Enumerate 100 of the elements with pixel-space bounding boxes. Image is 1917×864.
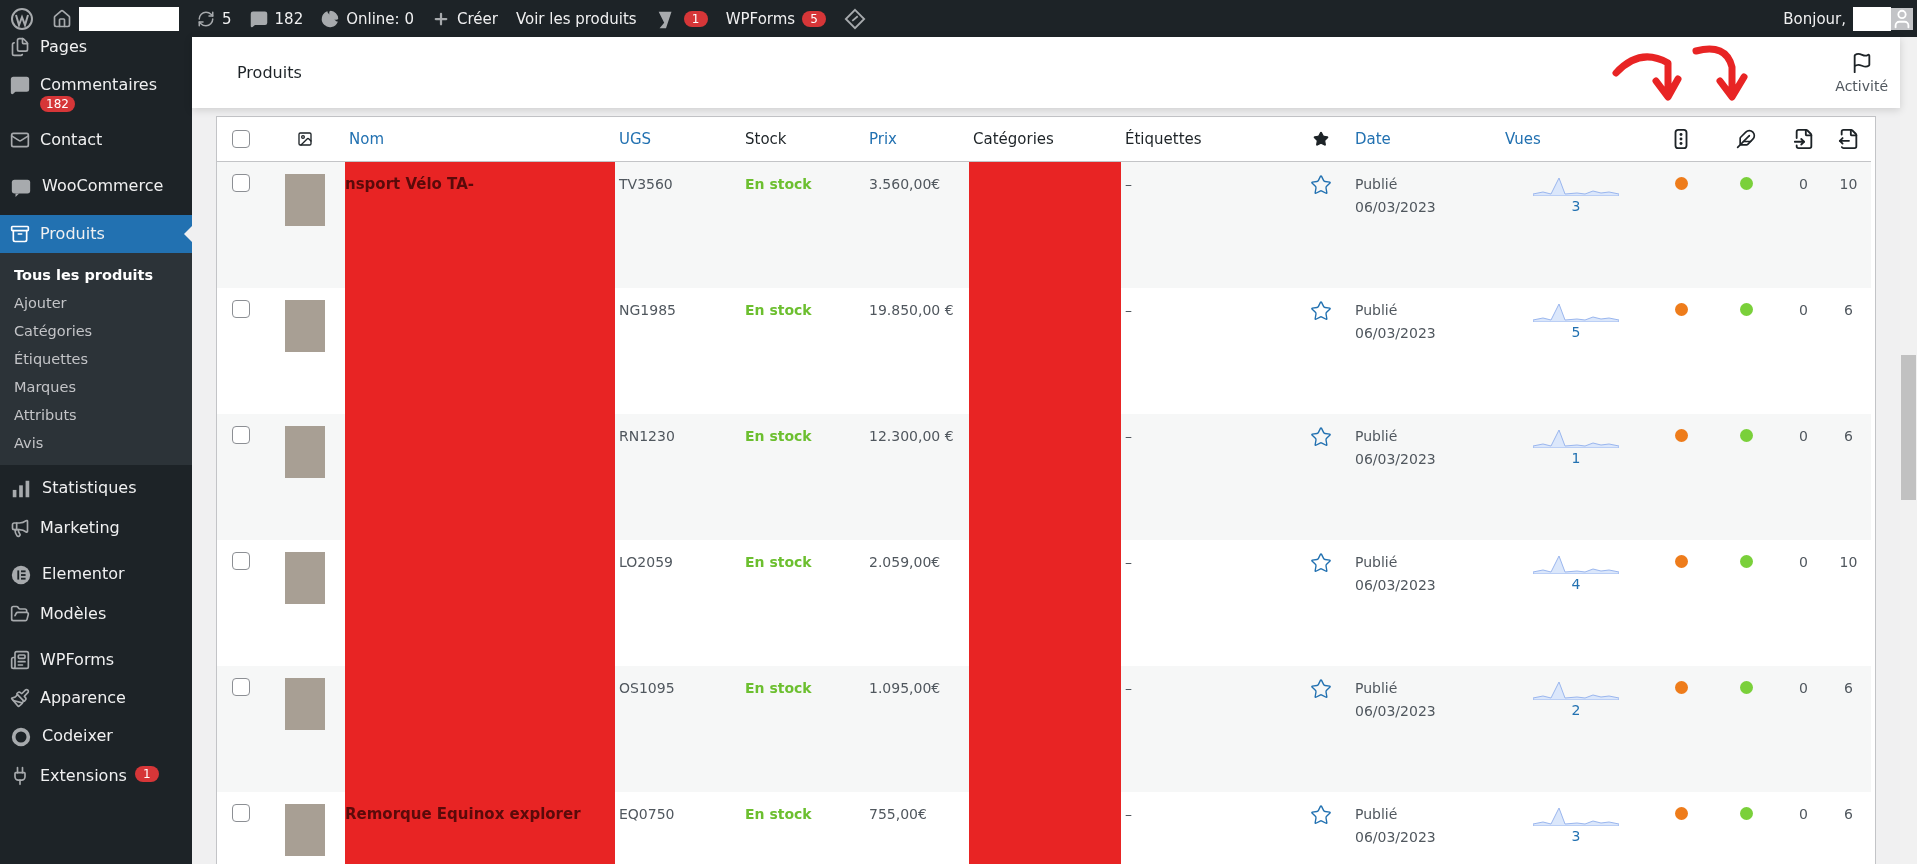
- sku-text: NG1985: [619, 301, 676, 320]
- sidebar-item[interactable]: Produits: [0, 215, 192, 253]
- bar-chart-icon: [10, 478, 32, 500]
- links-count: 6: [1844, 301, 1853, 320]
- activity-button[interactable]: Activité: [1835, 51, 1888, 94]
- document-arrow-icon: [1837, 128, 1860, 150]
- photo-placeholder: [285, 426, 325, 478]
- publish-status: Publié: [1355, 553, 1398, 572]
- sidebar-item[interactable]: Codeixer: [0, 717, 192, 757]
- star-icon[interactable]: [1310, 174, 1332, 196]
- online-link[interactable]: Online: 0: [346, 9, 414, 28]
- photo-placeholder: [285, 804, 325, 856]
- comments-link[interactable]: 182: [274, 9, 304, 28]
- sku-text: LO2059: [619, 553, 673, 572]
- views-count[interactable]: 4: [1571, 576, 1581, 592]
- submenu-item[interactable]: Ajouter: [0, 289, 192, 317]
- count-badge: 182: [40, 96, 75, 112]
- sidebar-item[interactable]: Commentaires 182: [0, 66, 192, 121]
- tags-text: –: [1125, 805, 1132, 824]
- tags-text: –: [1125, 679, 1132, 698]
- stock-status: En stock: [745, 553, 812, 572]
- views-count[interactable]: 3: [1571, 828, 1581, 844]
- sidebar-item[interactable]: Modèles: [0, 595, 192, 633]
- sku-text: EQ0750: [619, 805, 675, 824]
- links-count: 6: [1844, 805, 1853, 824]
- links-count: 0: [1799, 805, 1808, 824]
- price-text: 755,00€: [869, 805, 927, 824]
- photo-placeholder: [285, 300, 325, 352]
- price-text: 12.300,00 €: [869, 427, 954, 446]
- stock-status: En stock: [745, 805, 812, 824]
- elementor-logo-icon: [10, 564, 32, 586]
- paintbrush-icon: [10, 688, 30, 708]
- sidebar-item[interactable]: Pages: [0, 37, 192, 66]
- views-count[interactable]: 3: [1571, 198, 1581, 214]
- checkbox[interactable]: [232, 552, 250, 570]
- submenu-item[interactable]: Tous les produits: [0, 261, 192, 289]
- sidebar-item[interactable]: Statistiques: [0, 469, 192, 509]
- date-text: 06/03/2023: [1355, 324, 1436, 343]
- photo-placeholder: [285, 552, 325, 604]
- checkbox[interactable]: [232, 804, 250, 822]
- date-text: 06/03/2023: [1355, 828, 1436, 847]
- checkbox[interactable]: [232, 300, 250, 318]
- sidebar-item[interactable]: WooCommerce: [0, 167, 192, 207]
- views-count[interactable]: 1: [1571, 450, 1581, 466]
- sidebar-item[interactable]: Marketing: [0, 509, 192, 547]
- photo-placeholder: [285, 174, 325, 226]
- star-icon[interactable]: [1310, 426, 1332, 448]
- home-icon[interactable]: [52, 8, 72, 29]
- publish-status: Publié: [1355, 175, 1398, 194]
- submenu-item[interactable]: Étiquettes: [0, 345, 192, 373]
- star-icon[interactable]: [1310, 552, 1332, 574]
- sidebar-item[interactable]: WPForms: [0, 641, 192, 679]
- wpforms-link[interactable]: WPForms: [725, 9, 796, 28]
- tags-text: –: [1125, 301, 1132, 320]
- date-text: 06/03/2023: [1355, 576, 1436, 595]
- links-count: 0: [1799, 553, 1808, 572]
- star-icon[interactable]: [1310, 804, 1332, 826]
- comment-icon: [249, 9, 268, 28]
- star-icon[interactable]: [1310, 678, 1332, 700]
- view-products-link[interactable]: Voir les produits: [515, 9, 637, 28]
- tags-text: –: [1125, 175, 1132, 194]
- form-icon: [10, 650, 30, 670]
- sidebar-item[interactable]: Contact: [0, 121, 192, 159]
- views-count[interactable]: 2: [1571, 702, 1581, 718]
- submenu-item[interactable]: Avis: [0, 429, 192, 457]
- tags-text: –: [1125, 427, 1132, 446]
- checkbox[interactable]: [232, 174, 250, 192]
- notification-badge: 1: [683, 10, 708, 27]
- updates-link[interactable]: 5: [222, 9, 232, 28]
- submenu-item[interactable]: Marques: [0, 373, 192, 401]
- links-count: 0: [1799, 301, 1808, 320]
- publish-status: Publié: [1355, 805, 1398, 824]
- checkbox[interactable]: [232, 130, 250, 148]
- sidebar-item[interactable]: Extensions 1: [0, 757, 192, 795]
- stock-status: En stock: [745, 427, 812, 446]
- greeting-text: Bonjour,: [1783, 9, 1846, 28]
- document-arrow-icon: [1792, 128, 1815, 150]
- star-icon[interactable]: [1310, 300, 1332, 322]
- avatar-icon[interactable]: [1891, 7, 1913, 30]
- folder-icon: [10, 604, 30, 624]
- links-count: 6: [1844, 679, 1853, 698]
- views-count[interactable]: 5: [1571, 324, 1581, 340]
- create-link[interactable]: Créer: [456, 9, 498, 28]
- mail-icon: [10, 130, 30, 150]
- submenu-item[interactable]: Catégories: [0, 317, 192, 345]
- submenu-item[interactable]: Attributs: [0, 401, 192, 429]
- megaphone-icon: [10, 518, 30, 538]
- archive-icon: [10, 224, 30, 244]
- price-text: 2.059,00€: [869, 553, 941, 572]
- date-text: 06/03/2023: [1355, 450, 1436, 469]
- refresh-icon: [197, 9, 215, 28]
- checkbox[interactable]: [232, 426, 250, 444]
- tags-text: –: [1125, 553, 1132, 572]
- links-count: 0: [1799, 175, 1808, 194]
- sidebar-item[interactable]: Apparence: [0, 679, 192, 717]
- wordpress-logo-icon: [10, 6, 34, 31]
- count-badge: 1: [134, 766, 159, 782]
- publish-status: Publié: [1355, 679, 1398, 698]
- checkbox[interactable]: [232, 678, 250, 696]
- sidebar-item[interactable]: Elementor: [0, 555, 192, 595]
